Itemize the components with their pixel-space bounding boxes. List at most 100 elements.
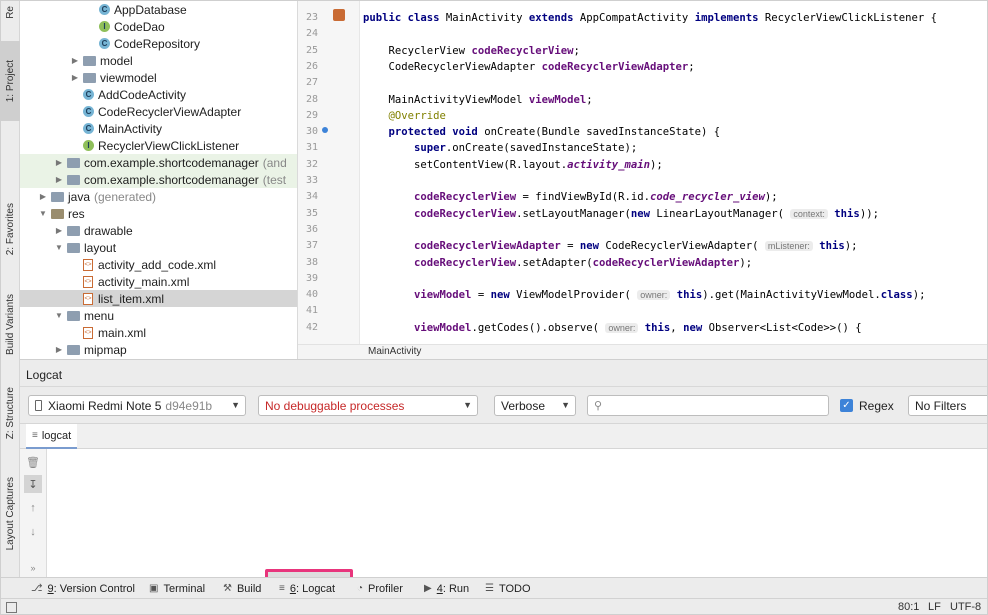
tree-item[interactable]: ▶ com.example.shortcodemanager (and	[20, 154, 297, 171]
line-number: 30	[305, 126, 318, 138]
bottom-tool-bar: ⎇ 9: Version Control ▣ Terminal ⚒ Build ≡ 6: Lo…	[1, 577, 987, 599]
logcat-output[interactable]	[48, 449, 987, 578]
tree-item[interactable]: <> main.xml	[20, 324, 297, 341]
tool-tab-layout-captures[interactable]: Layout Captures	[1, 471, 20, 557]
breadcrumb[interactable]: MainActivity	[368, 346, 421, 357]
chevron-right-icon[interactable]: ▶	[70, 73, 80, 82]
tree-item-label: CodeRecyclerViewAdapter	[98, 104, 242, 119]
tool-tab-structure[interactable]: Z: Structure	[1, 381, 20, 445]
chevron-right-icon[interactable]: ▶	[54, 226, 64, 235]
code-line[interactable]: CodeRecyclerViewAdapter codeRecyclerView…	[363, 59, 695, 75]
code-line[interactable]: super.onCreate(savedInstanceState);	[363, 140, 637, 156]
logcat-panel: Logcat Xiaomi Redmi Note 5 d94e91b ▼ No …	[20, 359, 987, 578]
folder-icon	[51, 191, 64, 202]
terminal-icon: ▣	[149, 583, 159, 594]
code-line[interactable]: MainActivityViewModel viewModel;	[363, 92, 593, 108]
tree-item-label: mipmap	[84, 342, 127, 357]
line-number: 28	[305, 93, 318, 105]
filter-select[interactable]: No Filters	[908, 395, 987, 416]
chevron-right-icon[interactable]: ▶	[70, 56, 80, 65]
tree-item[interactable]: I CodeDao	[20, 18, 297, 35]
tool-tab-resource[interactable]: Re	[1, 1, 20, 23]
tool-window-toggle-icon[interactable]	[6, 602, 17, 613]
tool-tab-label: Z: Structure	[5, 386, 16, 440]
code-line[interactable]: codeRecyclerViewAdapter = new CodeRecycl…	[363, 238, 858, 254]
code-line[interactable]: @Override	[363, 108, 446, 124]
tab-logcat[interactable]: ≡ logcat	[26, 424, 78, 449]
tree-item[interactable]: I RecyclerViewClickListener	[20, 137, 297, 154]
tree-item[interactable]: ▶ com.example.shortcodemanager (test	[20, 171, 297, 188]
xml-layout-gutter-icon[interactable]	[333, 9, 345, 21]
line-number: 39	[305, 272, 318, 284]
code-line[interactable]: viewModel.getCodes().observe( owner: thi…	[363, 320, 862, 336]
tree-item[interactable]: C MainActivity	[20, 120, 297, 137]
tree-item-label: menu	[84, 308, 115, 323]
tree-item[interactable]: ▼ layout	[20, 239, 297, 256]
tree-item[interactable]: C AddCodeActivity	[20, 86, 297, 103]
chevron-down-icon: ▼	[231, 400, 240, 410]
code-line[interactable]: protected void onCreate(Bundle savedInst…	[363, 124, 721, 140]
tree-item[interactable]: ▼ menu	[20, 307, 297, 324]
code-line[interactable]: public class MainActivity extends AppCom…	[363, 10, 937, 26]
chevron-down-icon[interactable]: ▼	[54, 243, 64, 252]
line-number: 38	[305, 256, 318, 268]
tool-tab-profiler[interactable]: ◔ Profiler	[357, 578, 403, 599]
tree-item[interactable]: ▶ java (generated)	[20, 188, 297, 205]
file-encoding[interactable]: UTF-8	[950, 601, 981, 613]
logcat-search-input[interactable]: ⚲	[587, 395, 829, 416]
regex-checkbox[interactable]: ✓	[840, 399, 853, 412]
tree-item[interactable]: ▶ drawable	[20, 222, 297, 239]
device-select[interactable]: Xiaomi Redmi Note 5 d94e91b ▼	[28, 395, 246, 416]
folder-icon	[83, 55, 96, 66]
code-line[interactable]: codeRecyclerView = findViewById(R.id.cod…	[363, 189, 778, 205]
tool-tab-logcat[interactable]: ≡ 6: Logcat	[279, 578, 335, 599]
chevron-right-icon[interactable]: ▶	[54, 175, 64, 184]
chevron-right-icon[interactable]: ▶	[54, 345, 64, 354]
tool-tab-project[interactable]: 1: Project	[1, 41, 20, 121]
code-line[interactable]: setContentView(R.layout.activity_main);	[363, 157, 663, 173]
chevron-right-icon[interactable]: ▶	[54, 158, 64, 167]
chevron-down-icon[interactable]: ▼	[54, 311, 64, 320]
tool-tab-favorites[interactable]: 2: Favorites	[1, 193, 20, 265]
code-line[interactable]: viewModel = new ViewModelProvider( owner…	[363, 287, 925, 303]
more-icon[interactable]: »	[24, 559, 42, 577]
profiler-icon: ◔	[357, 583, 364, 594]
chevron-right-icon[interactable]: ▶	[38, 192, 48, 201]
clear-logcat-button[interactable]: 🗑	[24, 453, 42, 471]
tool-tab-build-variants[interactable]: Build Variants	[1, 283, 20, 365]
tool-tab-build[interactable]: ⚒ Build	[223, 578, 261, 599]
tree-item[interactable]: ▶ viewmodel	[20, 69, 297, 86]
regex-label: Regex	[859, 399, 894, 413]
tool-tab-todo[interactable]: ☰ TODO	[485, 578, 531, 599]
tree-item[interactable]: ▶ model	[20, 52, 297, 69]
line-separator[interactable]: LF	[928, 601, 941, 613]
code-editor[interactable]: 23 24 25 26 27 28 29 30 31 32 33 34 35 36 37 38 39 40 41 42…	[298, 1, 987, 344]
chevron-down-icon[interactable]: ▼	[38, 209, 48, 218]
tree-item[interactable]: <> list_item.xml	[20, 290, 297, 307]
log-level-select[interactable]: Verbose ▼	[494, 395, 576, 416]
tree-item[interactable]: ▼ res	[20, 205, 297, 222]
arrow-down-icon[interactable]: ↓	[24, 523, 42, 541]
run-icon: ▶	[424, 583, 432, 594]
tree-item[interactable]: C CodeRecyclerViewAdapter	[20, 103, 297, 120]
tool-tab-terminal[interactable]: ▣ Terminal	[149, 578, 205, 599]
arrow-up-icon[interactable]: ↑	[24, 499, 42, 517]
interface-icon: I	[83, 140, 94, 151]
tool-tab-versioncontrol[interactable]: ⎇ 9: Version Control	[31, 578, 135, 599]
process-select[interactable]: No debuggable processes ▼	[258, 395, 478, 416]
override-gutter-icon[interactable]	[322, 127, 328, 133]
tree-item[interactable]: <> activity_main.xml	[20, 273, 297, 290]
class-icon: C	[99, 38, 110, 49]
code-line[interactable]: codeRecyclerView.setAdapter(codeRecycler…	[363, 255, 752, 271]
interface-icon: I	[99, 21, 110, 32]
tool-tab-run[interactable]: ▶ 4: Run	[424, 578, 469, 599]
tree-item[interactable]: <> activity_add_code.xml	[20, 256, 297, 273]
scroll-to-end-button[interactable]: ↧	[24, 475, 42, 493]
code-line[interactable]: codeRecyclerView.setLayoutManager(new Li…	[363, 206, 879, 222]
cursor-position[interactable]: 80:1	[898, 601, 919, 613]
tree-item[interactable]: C CodeRepository	[20, 35, 297, 52]
tree-item[interactable]: C AppDatabase	[20, 1, 297, 18]
tree-item[interactable]: ▶ mipmap	[20, 341, 297, 358]
code-line[interactable]: RecyclerView codeRecyclerView;	[363, 43, 580, 59]
tool-tab-label: : Logcat	[295, 582, 336, 595]
